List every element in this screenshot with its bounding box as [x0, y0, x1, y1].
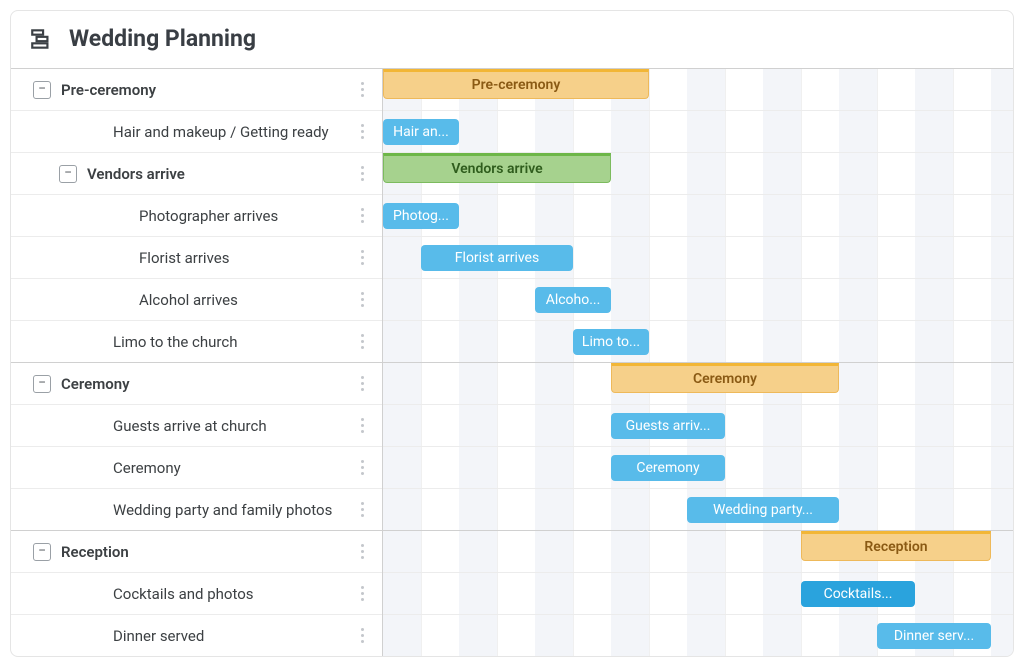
timeline-row: Ceremony	[383, 362, 1013, 404]
task-label: Dinner served	[113, 627, 354, 645]
drag-handle-icon[interactable]	[354, 166, 370, 181]
task-row-photographer[interactable]: Photographer arrives	[11, 194, 382, 236]
task-bar[interactable]: Dinner serv...	[877, 623, 991, 649]
timeline-row: Vendors arrive	[383, 152, 1013, 194]
drag-handle-icon[interactable]	[354, 586, 370, 601]
timeline-row: Photog...	[383, 194, 1013, 236]
group-bar[interactable]: Pre-ceremony	[383, 69, 649, 99]
task-row-ceremony[interactable]: Ceremony	[11, 446, 382, 488]
page-title: Wedding Planning	[69, 25, 256, 52]
task-label: Cocktails and photos	[113, 585, 354, 603]
group-bar[interactable]: Ceremony	[611, 363, 839, 393]
timeline-row: Wedding party...	[383, 488, 1013, 530]
timeline-row: Reception	[383, 530, 1013, 572]
task-row-cocktails[interactable]: Cocktails and photos	[11, 572, 382, 614]
task-bar[interactable]: Cocktails...	[801, 581, 915, 607]
task-bar[interactable]: Florist arrives	[421, 245, 573, 271]
drag-handle-icon[interactable]	[354, 376, 370, 391]
task-bar[interactable]: Photog...	[383, 203, 459, 229]
task-label: Ceremony	[113, 459, 354, 477]
group-bar[interactable]: Reception	[801, 531, 991, 561]
task-bar[interactable]: Limo to...	[573, 329, 649, 355]
header: Wedding Planning	[11, 11, 1013, 68]
task-row-photos[interactable]: Wedding party and family photos	[11, 488, 382, 530]
drag-handle-icon[interactable]	[354, 292, 370, 307]
gantt-icon	[29, 26, 55, 52]
drag-handle-icon[interactable]	[354, 502, 370, 517]
collapse-toggle[interactable]	[33, 375, 51, 393]
task-label: Photographer arrives	[139, 207, 354, 225]
task-label: Ceremony	[61, 375, 354, 393]
gantt-body: Pre-ceremony Hair and makeup / Getting re…	[11, 68, 1013, 656]
collapse-toggle[interactable]	[33, 81, 51, 99]
drag-handle-icon[interactable]	[354, 418, 370, 433]
task-row-hair[interactable]: Hair and makeup / Getting ready	[11, 110, 382, 152]
timeline-row: Dinner serv...	[383, 614, 1013, 656]
drag-handle-icon[interactable]	[354, 628, 370, 643]
drag-handle-icon[interactable]	[354, 334, 370, 349]
timeline-row: Guests arriv...	[383, 404, 1013, 446]
task-label: Wedding party and family photos	[113, 501, 354, 519]
task-label: Hair and makeup / Getting ready	[113, 123, 354, 141]
task-label: Limo to the church	[113, 333, 354, 351]
task-bar[interactable]: Wedding party...	[687, 497, 839, 523]
task-bar[interactable]: Ceremony	[611, 455, 725, 481]
task-row-guests[interactable]: Guests arrive at church	[11, 404, 382, 446]
drag-handle-icon[interactable]	[354, 124, 370, 139]
timeline-row: Pre-ceremony	[383, 68, 1013, 110]
task-label: Vendors arrive	[87, 165, 354, 183]
timeline-row: Hair an...	[383, 110, 1013, 152]
drag-handle-icon[interactable]	[354, 544, 370, 559]
task-row-ceremony-grp[interactable]: Ceremony	[11, 362, 382, 404]
timeline-row: Limo to...	[383, 320, 1013, 362]
timeline-row: Alcoho...	[383, 278, 1013, 320]
collapse-toggle[interactable]	[59, 165, 77, 183]
task-row-dinner[interactable]: Dinner served	[11, 614, 382, 656]
task-label: Reception	[61, 543, 354, 561]
timeline-row: Florist arrives	[383, 236, 1013, 278]
task-row-alcohol[interactable]: Alcohol arrives	[11, 278, 382, 320]
timeline-row: Ceremony	[383, 446, 1013, 488]
task-label: Guests arrive at church	[113, 417, 354, 435]
task-label: Alcohol arrives	[139, 291, 354, 309]
task-row-preceremony[interactable]: Pre-ceremony	[11, 68, 382, 110]
task-row-reception-grp[interactable]: Reception	[11, 530, 382, 572]
task-bar[interactable]: Alcoho...	[535, 287, 611, 313]
drag-handle-icon[interactable]	[354, 250, 370, 265]
task-bar[interactable]: Hair an...	[383, 119, 459, 145]
drag-handle-icon[interactable]	[354, 82, 370, 97]
task-label: Pre-ceremony	[61, 81, 354, 99]
timeline-area[interactable]: Pre-ceremony Hair an... Vendors arrive Phot…	[383, 68, 1013, 656]
task-label: Florist arrives	[139, 249, 354, 267]
group-bar[interactable]: Vendors arrive	[383, 153, 611, 183]
gantt-container: Wedding Planning Pre-ceremony Hair and ma…	[10, 10, 1014, 657]
task-list-sidebar: Pre-ceremony Hair and makeup / Getting re…	[11, 68, 383, 656]
collapse-toggle[interactable]	[33, 543, 51, 561]
task-row-limo[interactable]: Limo to the church	[11, 320, 382, 362]
timeline-row: Cocktails...	[383, 572, 1013, 614]
task-bar[interactable]: Guests arriv...	[611, 413, 725, 439]
task-row-florist[interactable]: Florist arrives	[11, 236, 382, 278]
drag-handle-icon[interactable]	[354, 208, 370, 223]
task-row-vendors[interactable]: Vendors arrive	[11, 152, 382, 194]
drag-handle-icon[interactable]	[354, 460, 370, 475]
